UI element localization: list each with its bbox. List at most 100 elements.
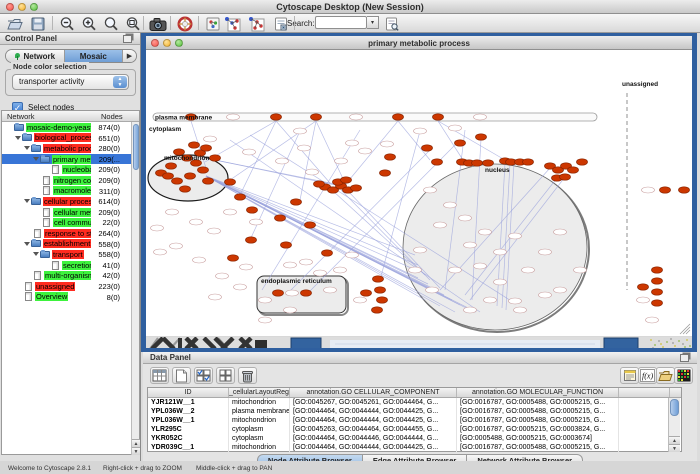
column-header[interactable]: annotation.GO CELLULAR_COMPONENT xyxy=(290,388,457,397)
layout-nodes-blue-icon[interactable] xyxy=(224,15,242,32)
create-attribute-icon[interactable] xyxy=(172,367,191,384)
graph-node-label[interactable] xyxy=(574,267,587,273)
graph-node-label[interactable] xyxy=(170,243,183,249)
tree-row[interactable]: response to stimulu264(0) xyxy=(2,228,131,239)
graph-node-label[interactable] xyxy=(444,202,457,208)
graph-node-label[interactable] xyxy=(240,264,253,270)
graph-node[interactable] xyxy=(373,276,384,282)
table-cell[interactable]: [GO:0044464, GO:0044444, GO:0044425, G..… xyxy=(290,443,457,452)
graph-node-label[interactable] xyxy=(414,128,427,134)
graph-node[interactable] xyxy=(652,278,663,284)
table-cell[interactable]: plasma membrane xyxy=(229,407,290,416)
graph-node-label[interactable] xyxy=(484,297,497,303)
graph-node[interactable] xyxy=(375,287,386,293)
table-cell[interactable]: [GO:0016787, GO:0005215, GO:0003824, G..… xyxy=(457,425,619,434)
graph-node[interactable] xyxy=(201,145,212,151)
table-cell[interactable]: [GO:0005488, GO:0005215, GO:0003674] xyxy=(457,434,619,443)
graph-node-label[interactable] xyxy=(227,114,240,120)
tree-row[interactable]: cellular metabol209(0) xyxy=(2,207,131,218)
graph-node[interactable] xyxy=(275,215,286,221)
load-attributes-icon[interactable] xyxy=(656,367,675,384)
save-session-icon[interactable] xyxy=(29,15,47,32)
graph-node[interactable] xyxy=(210,155,221,161)
tree-row[interactable]: multi-organism pro42(0) xyxy=(2,270,131,281)
plasma-membrane-region[interactable] xyxy=(153,113,597,121)
graph-node-label[interactable] xyxy=(509,233,522,239)
network-view-titlebar[interactable]: primary metabolic process xyxy=(146,36,692,50)
graph-edge[interactable] xyxy=(345,121,398,185)
dropdown-stepper-icon[interactable]: ▲▼ xyxy=(113,76,127,88)
advanced-search-icon[interactable] xyxy=(383,15,401,32)
graph-node[interactable] xyxy=(380,170,391,176)
help-ring-icon[interactable] xyxy=(176,15,194,32)
table-cell[interactable]: YDR039C__1 xyxy=(148,443,229,452)
table-cell[interactable]: [GO:0045263, GO:0044464, GO:0044455, G..… xyxy=(290,425,457,434)
graph-node[interactable] xyxy=(638,284,649,290)
tab-mosaic[interactable]: Mosaic xyxy=(65,50,124,62)
graph-node[interactable] xyxy=(273,290,284,296)
graph-edge[interactable] xyxy=(438,121,505,160)
tree-row[interactable]: primary metabolic209(... xyxy=(2,154,131,165)
graph-node-label[interactable] xyxy=(234,284,247,290)
table-row[interactable]: YKR052Ccytoplasm[GO:0044464, GO:0044446,… xyxy=(148,434,681,443)
graph-node[interactable] xyxy=(172,178,183,184)
graph-node-label[interactable] xyxy=(216,273,229,279)
graph-node-label[interactable] xyxy=(204,136,217,142)
scroll-down-icon[interactable]: ▼ xyxy=(132,447,140,455)
table-cell[interactable]: [GO:0016787, GO:0005488, GO:0005215, G..… xyxy=(457,407,619,416)
graph-node[interactable] xyxy=(185,173,196,179)
float-panel-icon[interactable] xyxy=(123,35,132,43)
graph-node-label[interactable] xyxy=(154,249,167,255)
graph-node-label[interactable] xyxy=(522,267,535,273)
graph-node-label[interactable] xyxy=(346,252,359,258)
vizmapper-icon[interactable] xyxy=(204,15,222,32)
graph-node-label[interactable] xyxy=(334,267,347,273)
graph-node-label[interactable] xyxy=(259,297,272,303)
collapse-icon[interactable] xyxy=(24,199,30,203)
graph-node[interactable] xyxy=(301,290,312,296)
table-row[interactable]: YPL036W__2plasma membrane[GO:0044464, GO… xyxy=(148,407,681,416)
layout-nodes-red-icon[interactable] xyxy=(248,15,266,32)
graph-node-label[interactable] xyxy=(554,287,567,293)
graph-node[interactable] xyxy=(180,186,191,192)
tree-row[interactable]: unassigned223(0) xyxy=(2,281,131,292)
attribute-matrix-icon[interactable] xyxy=(674,367,693,384)
graph-node-label[interactable] xyxy=(479,229,492,235)
graph-node[interactable] xyxy=(247,207,258,213)
graph-node[interactable] xyxy=(577,159,588,165)
graph-edge[interactable] xyxy=(316,121,345,183)
graph-node-label[interactable] xyxy=(514,307,527,313)
table-cell[interactable]: YLR295C xyxy=(148,425,229,434)
tree-row[interactable]: cellular process614(0) xyxy=(2,196,131,207)
collapse-icon[interactable] xyxy=(24,146,30,150)
graph-node-label[interactable] xyxy=(426,287,439,293)
graph-node[interactable] xyxy=(271,114,282,120)
graph-node[interactable] xyxy=(483,160,494,166)
tree-row[interactable]: Overview8(0) xyxy=(2,292,131,303)
node-color-dropdown[interactable]: transporter activity ▲▼ xyxy=(12,74,129,90)
graph-node[interactable] xyxy=(314,181,325,187)
table-cell[interactable]: [GO:0045267, GO:0045261, GO:0044464, G..… xyxy=(290,398,457,407)
more-tabs-icon[interactable]: ▶ xyxy=(123,50,136,62)
graph-node[interactable] xyxy=(523,159,534,165)
graph-node[interactable] xyxy=(225,179,236,185)
graph-node-label[interactable] xyxy=(424,187,437,193)
tree-row[interactable]: cell communicat22(0) xyxy=(2,217,131,228)
zoom-in-icon[interactable] xyxy=(80,15,98,32)
graph-edge[interactable] xyxy=(206,176,418,265)
graph-node-label[interactable] xyxy=(350,114,363,120)
graph-node-label[interactable] xyxy=(250,219,263,225)
column-header[interactable]: _cellularLayoutRegion xyxy=(229,388,290,397)
table-cell[interactable]: cytoplasm xyxy=(229,434,290,443)
table-row[interactable]: YJR121W__1mitochondrion[GO:0045267, GO:0… xyxy=(148,398,681,407)
graph-node-label[interactable] xyxy=(494,279,507,285)
tab-network[interactable]: Network xyxy=(6,50,65,62)
graph-node[interactable] xyxy=(361,290,372,296)
graph-node-label[interactable] xyxy=(539,292,552,298)
float-panel-icon[interactable] xyxy=(680,354,689,362)
graph-node[interactable] xyxy=(235,194,246,200)
graph-node[interactable] xyxy=(652,267,663,273)
scroll-up-icon[interactable]: ▲ xyxy=(132,439,140,447)
graph-node-label[interactable] xyxy=(209,294,222,300)
graph-node[interactable] xyxy=(377,297,388,303)
